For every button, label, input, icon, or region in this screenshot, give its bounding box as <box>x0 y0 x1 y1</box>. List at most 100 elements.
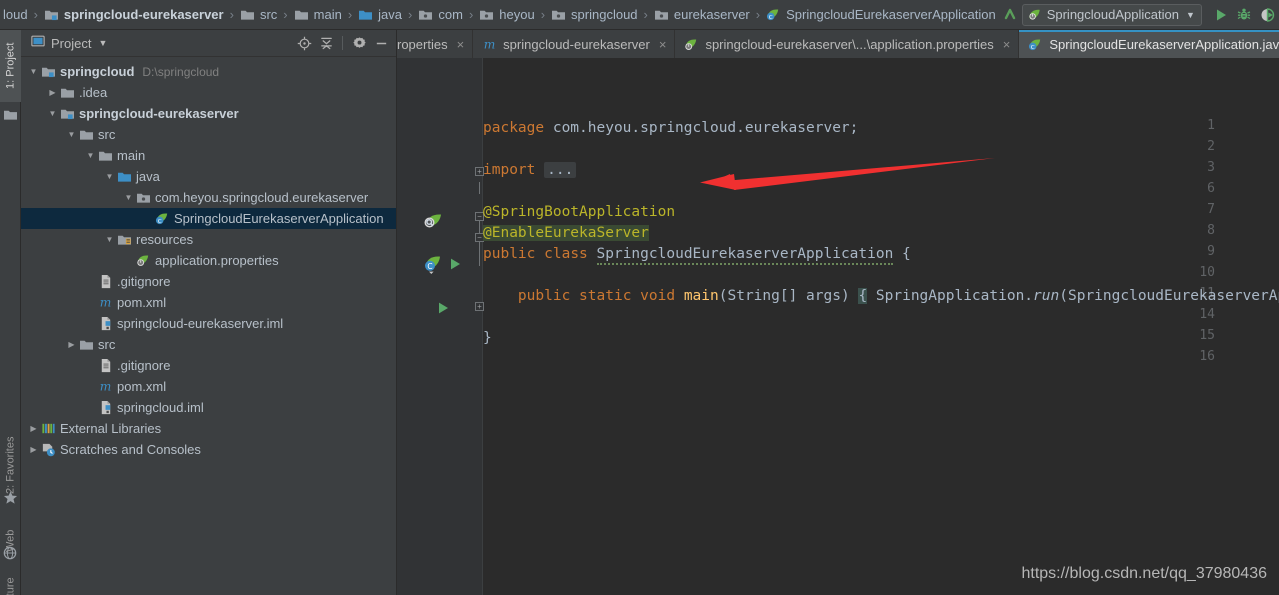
chevron-down-icon[interactable]: ▼ <box>84 151 97 160</box>
tree-row-selected[interactable]: C SpringcloudEurekaserverApplication <box>21 208 396 229</box>
chevron-right-icon[interactable]: ▶ <box>65 340 78 349</box>
code-text-area[interactable]: package com.heyou.springcloud.eurekaserv… <box>483 58 1279 595</box>
breadcrumb-item-springcloudeurekaserverapplication[interactable]: C SpringcloudEurekaserverApplication <box>763 0 999 30</box>
spring-boot-icon <box>1027 7 1042 22</box>
tree-item-label: resources <box>136 232 194 247</box>
folder-icon <box>59 86 76 99</box>
chevron-down-icon[interactable]: ▼ <box>98 38 107 48</box>
chevron-right-icon[interactable]: ▶ <box>27 445 40 454</box>
breadcrumb-item-eurekaserver[interactable]: eurekaserver <box>651 0 753 30</box>
breadcrumb-separator: › <box>468 7 474 22</box>
breadcrumb-item-src[interactable]: src <box>237 0 280 30</box>
editor-tab-bar: roperties × m springcloud-eurekaserver × spri… <box>397 30 1279 58</box>
run-gutter-icon[interactable] <box>447 256 463 277</box>
tree-row[interactable]: m pom.xml <box>21 376 396 397</box>
tree-row[interactable]: application.properties <box>21 250 396 271</box>
run-gutter-icon[interactable] <box>435 300 451 321</box>
chevron-down-icon[interactable]: ▼ <box>1186 10 1195 20</box>
maven-icon: m <box>97 379 114 394</box>
tree-item-label: springcloud <box>60 64 135 79</box>
breadcrumb-label: main <box>313 7 342 22</box>
run-configuration-selector[interactable]: SpringcloudApplication ▼ <box>1021 3 1202 26</box>
tree-item-label: com.heyou.springcloud.eurekaserver <box>155 190 369 205</box>
tree-item-label: src <box>98 337 116 352</box>
close-icon[interactable]: × <box>1003 37 1011 52</box>
breadcrumb-separator: › <box>283 7 288 22</box>
chevron-right-icon[interactable]: ▶ <box>46 88 59 97</box>
collapse-all-icon[interactable] <box>315 32 337 54</box>
left-tool-window-strip: 1: Project 2: Favorites Web Structure <box>0 30 21 595</box>
tree-row[interactable]: m pom.xml <box>21 292 396 313</box>
tool-button-structure[interactable]: Structure <box>0 570 21 595</box>
chevron-down-icon[interactable]: ▼ <box>27 67 40 76</box>
spring-config-class-icon[interactable]: C <box>423 253 445 280</box>
breadcrumb-item-com[interactable]: com <box>415 0 466 30</box>
tree-row[interactable]: ▶ External Libraries <box>21 418 396 439</box>
tree-row[interactable]: ▼ springcloud D:\springcloud <box>21 61 396 82</box>
editor-tab-label: roperties <box>397 36 448 52</box>
code-editor[interactable]: 1 2 3 6 7 8 9 10 11 14 15 16 + − − + C p… <box>397 58 1279 595</box>
close-icon[interactable]: × <box>457 37 465 52</box>
chevron-down-icon[interactable]: ▼ <box>103 235 116 244</box>
top-navigation-bar: loud › springcloud-eurekaserver › src › main › j… <box>0 0 1279 30</box>
settings-gear-icon[interactable] <box>348 32 370 54</box>
breadcrumb-separator: › <box>229 7 234 22</box>
module-icon <box>59 107 76 120</box>
project-tool-window: Project ▼ ▼ springcloud D:\springcloud ▶ .id… <box>21 30 397 595</box>
spring-properties-icon <box>135 253 152 268</box>
tree-row[interactable]: .gitignore <box>21 271 396 292</box>
breadcrumb-separator: › <box>643 7 648 22</box>
tree-row[interactable]: ▼ src <box>21 124 396 145</box>
editor-tab-springcloud-eurekaserver-application-properties[interactable]: springcloud-eurekaserver\...\application… <box>675 30 1020 58</box>
tree-row[interactable]: ▼ com.heyou.springcloud.eurekaserver <box>21 187 396 208</box>
close-icon[interactable]: × <box>659 37 667 52</box>
tree-row[interactable]: ▶ .idea <box>21 82 396 103</box>
tree-row[interactable]: springcloud.iml <box>21 397 396 418</box>
editor-tab-roperties[interactable]: roperties × <box>397 30 474 58</box>
debug-button[interactable] <box>1233 2 1256 28</box>
chevron-down-icon[interactable]: ▼ <box>65 130 78 139</box>
run-button[interactable] <box>1210 2 1233 28</box>
source-folder-icon <box>358 8 373 21</box>
tree-row[interactable]: ▼ springcloud-eurekaserver <box>21 103 396 124</box>
tree-row[interactable]: ▼ resources <box>21 229 396 250</box>
tree-item-label: springcloud.iml <box>117 400 204 415</box>
project-window-icon <box>31 34 45 53</box>
editor-tab-springcloud-eurekaserver[interactable]: m springcloud-eurekaserver × <box>473 30 676 58</box>
tree-row[interactable]: .gitignore <box>21 355 396 376</box>
spring-bean-search-icon[interactable] <box>423 210 443 235</box>
tree-item-label: springcloud-eurekaserver.iml <box>117 316 284 331</box>
tree-row[interactable]: ▶ src <box>21 334 396 355</box>
tree-item-label: application.properties <box>155 253 279 268</box>
editor-tab-label: springcloud-eurekaserver\...\application… <box>705 36 994 52</box>
breadcrumb-item-main[interactable]: main <box>291 0 345 30</box>
maven-icon: m <box>97 295 114 310</box>
spring-class-icon: C <box>766 7 781 22</box>
tool-button-project[interactable]: 1: Project <box>0 30 21 102</box>
intellij-idea-window: loud › springcloud-eurekaserver › src › main › j… <box>0 0 1279 595</box>
chevron-down-icon[interactable]: ▼ <box>103 172 116 181</box>
breadcrumb-item-java[interactable]: java <box>355 0 405 30</box>
breadcrumb-item-springcloud[interactable]: springcloud <box>548 0 641 30</box>
editor-gutter[interactable] <box>397 58 482 595</box>
breadcrumb-item-loud[interactable]: loud <box>0 0 31 30</box>
back-arrow-icon[interactable] <box>999 2 1022 28</box>
breadcrumb-item-heyou[interactable]: heyou <box>476 0 537 30</box>
locate-icon[interactable] <box>293 32 315 54</box>
scratches-icon <box>40 442 57 457</box>
module-folder-icon <box>3 108 18 126</box>
hide-panel-icon[interactable] <box>370 32 392 54</box>
editor-tab-springcloudeurekaserverapplication-java[interactable]: C SpringcloudEurekaserverApplication.java <box>1019 30 1279 58</box>
chevron-right-icon[interactable]: ▶ <box>27 424 40 433</box>
tree-row[interactable]: springcloud-eurekaserver.iml <box>21 313 396 334</box>
chevron-down-icon[interactable]: ▼ <box>122 193 135 202</box>
breadcrumb-item-springcloud-eurekaserver[interactable]: springcloud-eurekaserver <box>41 0 227 30</box>
tree-row[interactable]: ▶ Scratches and Consoles <box>21 439 396 460</box>
package-icon <box>418 8 433 21</box>
source-folder-icon <box>116 170 133 183</box>
tree-item-label: main <box>117 148 146 163</box>
chevron-down-icon[interactable]: ▼ <box>46 109 59 118</box>
run-with-coverage-button[interactable] <box>1256 2 1279 28</box>
tree-row[interactable]: ▼ java <box>21 166 396 187</box>
tree-row[interactable]: ▼ main <box>21 145 396 166</box>
